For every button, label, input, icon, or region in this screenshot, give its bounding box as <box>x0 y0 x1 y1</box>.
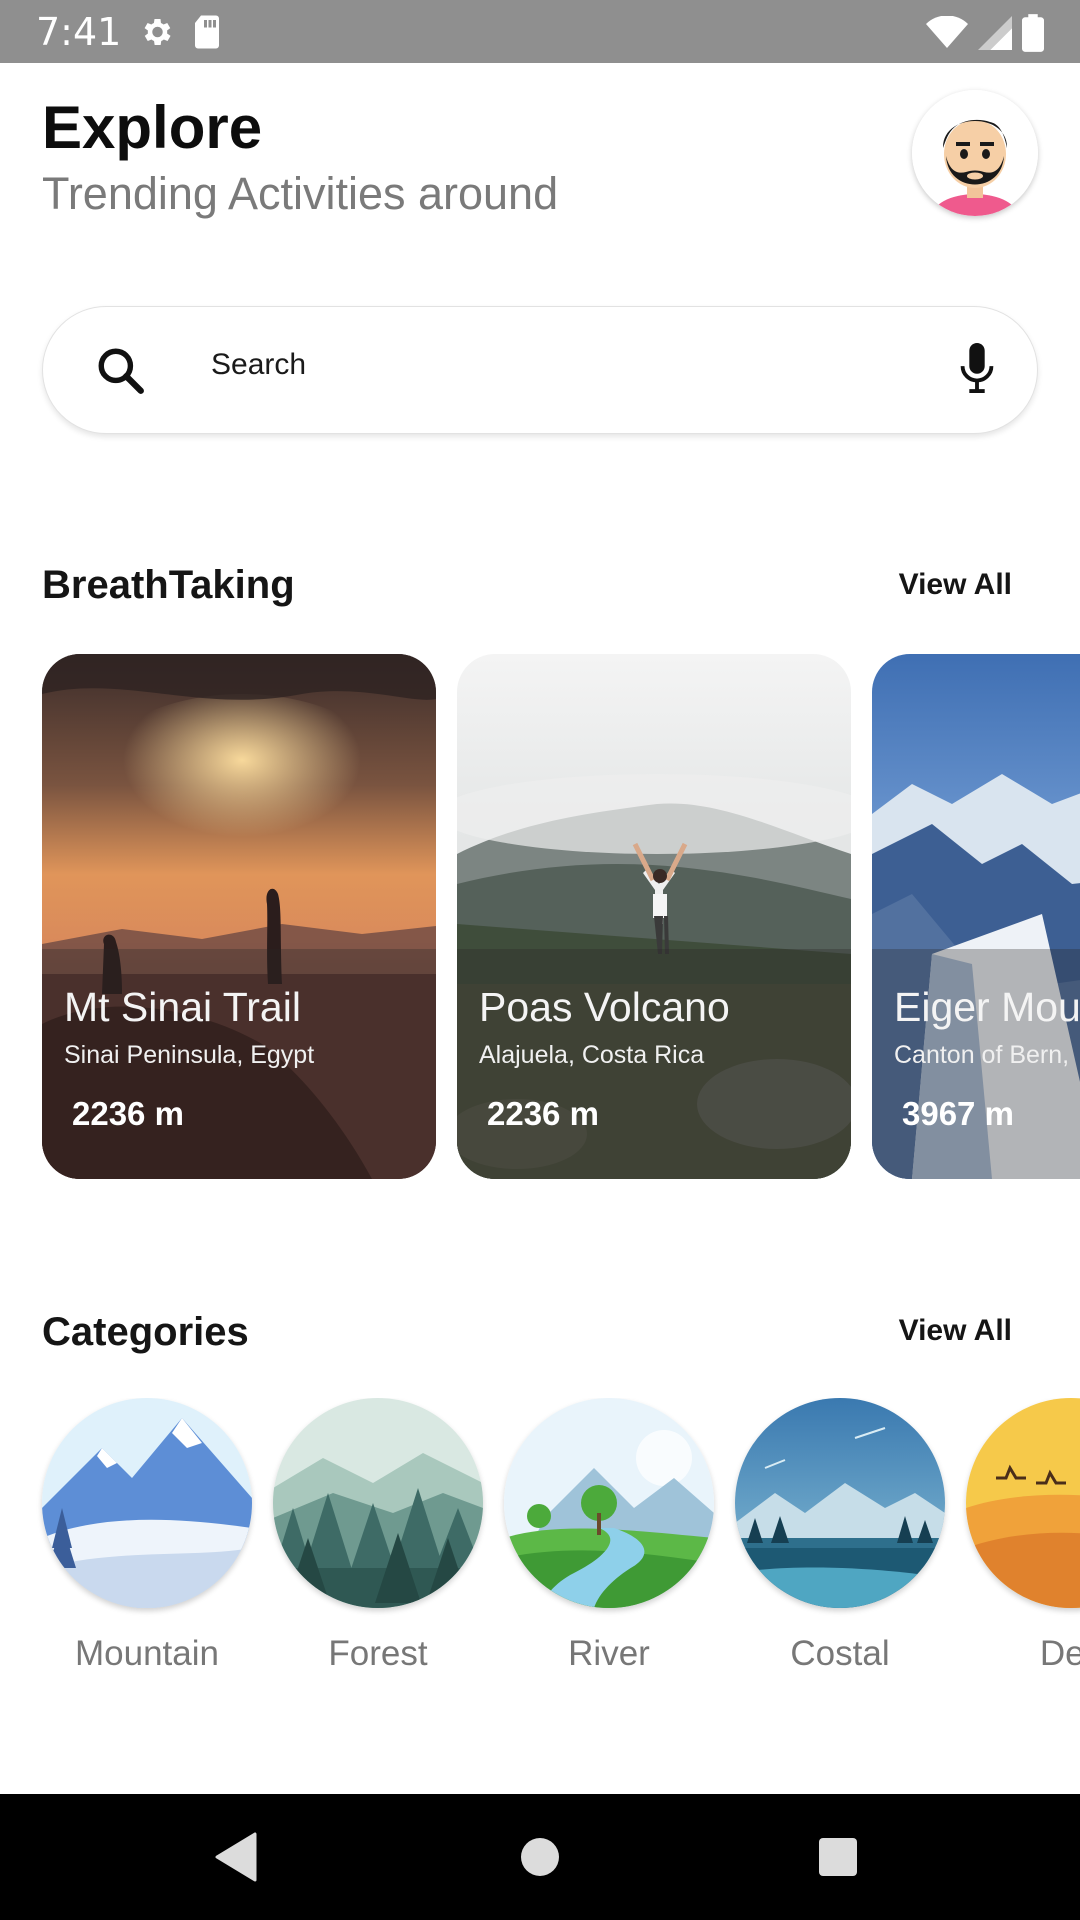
category-mountain[interactable]: Mountain <box>42 1398 252 1674</box>
breathtaking-carousel[interactable]: Mt Sinai Trail Sinai Peninsula, Egypt 22… <box>0 654 1080 1179</box>
system-nav-bar <box>0 1794 1080 1920</box>
back-button[interactable] <box>177 1794 297 1920</box>
category-label: Mountain <box>75 1634 219 1673</box>
forest-category-icon <box>273 1398 483 1608</box>
category-label: River <box>568 1634 650 1673</box>
category-river[interactable]: River <box>504 1398 714 1674</box>
category-forest[interactable]: Forest <box>273 1398 483 1674</box>
activity-card[interactable]: Mt Sinai Trail Sinai Peninsula, Egypt 22… <box>42 654 436 1179</box>
river-category-icon <box>504 1398 714 1608</box>
category-desert[interactable]: Des <box>966 1398 1080 1674</box>
categories-carousel[interactable]: Mountain Forest River Costal De <box>0 1398 1080 1688</box>
costal-category-icon <box>735 1398 945 1608</box>
mountain-category-icon <box>42 1398 252 1608</box>
search-bar[interactable]: Search <box>42 306 1038 434</box>
signal-icon <box>978 16 1012 55</box>
home-icon <box>521 1838 559 1876</box>
card-elevation: 2236 m <box>487 1095 599 1132</box>
card-elevation: 3967 m <box>902 1095 1014 1132</box>
battery-icon <box>1022 14 1044 57</box>
card-location: Alajuela, Costa Rica <box>479 1041 705 1069</box>
category-label: Costal <box>790 1634 890 1673</box>
category-costal[interactable]: Costal <box>735 1398 945 1674</box>
section-title-categories: Categories <box>42 1310 249 1354</box>
search-icon[interactable] <box>95 345 145 400</box>
search-input[interactable]: Search <box>211 348 306 382</box>
status-time: 7:41 <box>36 10 122 54</box>
recents-button[interactable] <box>778 1794 898 1920</box>
page-subtitle: Trending Activities around <box>42 168 559 219</box>
category-label: Forest <box>328 1634 428 1673</box>
card-elevation: 2236 m <box>72 1095 184 1132</box>
card-title: Eiger Mou <box>894 984 1080 1030</box>
bearded-man-avatar-icon <box>912 90 1038 216</box>
category-label: Des <box>1039 1634 1080 1673</box>
status-bar: 7:41 <box>0 0 1080 63</box>
avatar[interactable] <box>912 90 1038 216</box>
page-title: Explore <box>42 94 263 161</box>
activity-card[interactable]: Poas Volcano Alajuela, Costa Rica 2236 m <box>457 654 851 1179</box>
home-button[interactable] <box>480 1794 600 1920</box>
card-location: Canton of Bern, <box>894 1041 1070 1069</box>
settings-icon <box>138 14 174 55</box>
section-title-breathtaking: BreathTaking <box>42 563 295 607</box>
sd-card-icon <box>192 14 222 55</box>
view-all-categories-link[interactable]: View All <box>899 1314 1012 1348</box>
card-location: Sinai Peninsula, Egypt <box>64 1041 315 1069</box>
desert-category-icon <box>966 1398 1080 1608</box>
back-icon <box>215 1832 257 1882</box>
view-all-breathtaking-link[interactable]: View All <box>899 568 1012 602</box>
card-title: Poas Volcano <box>479 984 730 1030</box>
mic-icon[interactable] <box>959 343 995 398</box>
activity-card[interactable]: Eiger Mou Canton of Bern, 3967 m <box>872 654 1080 1179</box>
recents-icon <box>819 1838 857 1876</box>
wifi-icon <box>926 15 968 55</box>
card-title: Mt Sinai Trail <box>64 984 301 1030</box>
